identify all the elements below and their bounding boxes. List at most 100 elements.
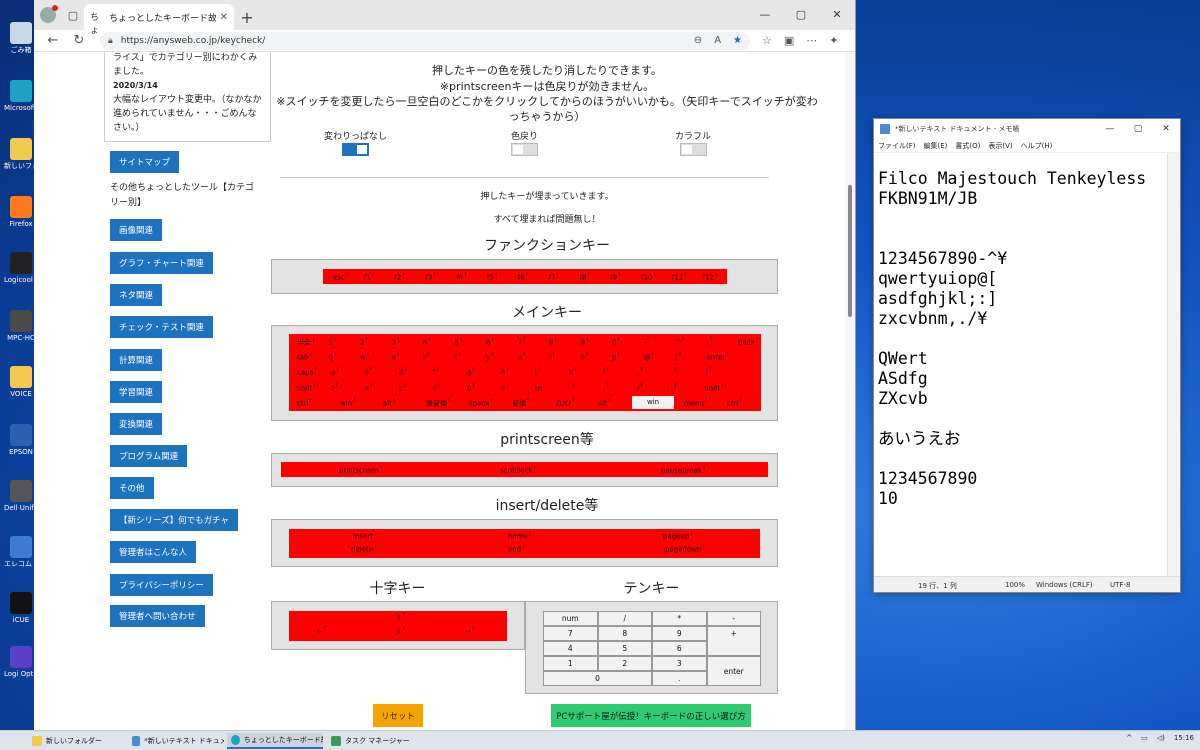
- main-key[interactable]: h↑: [501, 367, 510, 376]
- minimize-icon[interactable]: —: [747, 0, 783, 28]
- main-key[interactable]: c↑: [399, 383, 407, 392]
- copilot-icon[interactable]: ✦: [829, 34, 838, 47]
- desktop-icon[interactable]: Firefox: [4, 196, 38, 228]
- function-key[interactable]: f10↑: [641, 272, 657, 281]
- category-button[interactable]: 管理者へ問い合わせ: [110, 605, 205, 627]
- main-key[interactable]: n↑: [501, 383, 510, 392]
- main-key[interactable]: caps↑: [297, 367, 317, 376]
- main-key[interactable]: shift↑: [297, 383, 316, 392]
- main-key[interactable]: s↑: [365, 367, 373, 376]
- tenkey-key[interactable]: 5: [597, 641, 652, 656]
- taskbar-item-taskmgr[interactable]: タスク マネージャー: [327, 733, 423, 749]
- main-key[interactable]: k↑: [569, 367, 577, 376]
- zoom-icon[interactable]: ⊖: [694, 35, 702, 46]
- desktop-icon[interactable]: Logi Options+: [4, 646, 38, 678]
- main-key[interactable]: 8↑: [549, 337, 558, 346]
- mode-toggle-revert[interactable]: [511, 143, 538, 156]
- tenkey-key[interactable]: 4: [543, 641, 598, 656]
- category-button[interactable]: チェック・テスト関連: [110, 316, 213, 338]
- taskbar-item-edge[interactable]: ちょっとしたキーボード故...: [227, 733, 323, 749]
- close-tab-icon[interactable]: ✕: [220, 12, 228, 23]
- main-key[interactable]: ctrl↑: [297, 398, 313, 407]
- function-key[interactable]: f4↑: [456, 272, 467, 281]
- tenkey-key[interactable]: /: [597, 611, 652, 626]
- main-key[interactable]: 半全↑: [297, 337, 315, 347]
- arrow-key[interactable]: ←↑: [317, 626, 327, 635]
- main-key[interactable]: win↑: [340, 398, 356, 407]
- category-button[interactable]: プログラム関連: [110, 445, 188, 467]
- notepad-text-area[interactable]: Filco Majestouch Tenkeyless FKBN91M/JB 1…: [874, 153, 1169, 578]
- function-key[interactable]: f2↑: [395, 272, 406, 281]
- function-key[interactable]: f5↑: [487, 272, 498, 281]
- url-field[interactable]: 🔒︎ https://anysweb.co.jp/keycheck/ ⊖ A ★: [100, 31, 750, 50]
- profile-button[interactable]: [34, 0, 62, 30]
- tab-keycheck[interactable]: ちょ ちょっとしたキーボード故障チェック・テスト ✕: [84, 4, 234, 36]
- tenkey-key[interactable]: 6: [652, 641, 707, 656]
- taskbar-item-notepad[interactable]: *新しいテキスト ドキュメン...: [128, 733, 224, 749]
- main-key[interactable]: alt↑: [598, 398, 611, 407]
- main-key[interactable]: space↑: [469, 398, 494, 407]
- main-key[interactable]: j↑: [535, 367, 541, 376]
- tab-actions-icon[interactable]: ▢: [62, 0, 84, 30]
- main-key[interactable]: ,↑: [569, 383, 575, 392]
- insert-key[interactable]: pageup↑: [663, 531, 694, 540]
- main-key[interactable]: ^↑: [675, 337, 685, 346]
- category-button[interactable]: 変換関連: [110, 413, 163, 435]
- win-key-highlight[interactable]: win: [632, 396, 674, 409]
- main-key[interactable]: o↑: [581, 352, 590, 361]
- network-icon[interactable]: ▭: [1141, 734, 1148, 742]
- insert-key[interactable]: home↑: [508, 531, 532, 540]
- function-key[interactable]: f3↑: [425, 272, 436, 281]
- printscreen-key[interactable]: pausebreak↑: [661, 465, 706, 474]
- main-key[interactable]: .↑: [603, 383, 609, 392]
- main-key[interactable]: d↑: [399, 367, 408, 376]
- arrow-key[interactable]: →↑: [465, 626, 475, 635]
- main-key[interactable]: 7↑: [518, 337, 527, 346]
- scrollbar-thumb[interactable]: [848, 185, 852, 317]
- main-key[interactable]: -↑: [644, 337, 651, 346]
- notepad-menu-item[interactable]: ヘルプ(H): [1021, 141, 1053, 151]
- tenkey-key[interactable]: .: [652, 671, 707, 686]
- back-arrow-icon[interactable]: ←: [40, 33, 66, 48]
- main-key[interactable]: 4↑: [423, 337, 432, 346]
- main-key[interactable]: m↑: [535, 383, 546, 392]
- notepad-menu-item[interactable]: 書式(O): [955, 141, 980, 151]
- notepad-scrollbar[interactable]: [1167, 153, 1180, 578]
- main-key[interactable]: ;↑: [637, 367, 644, 376]
- arrow-key[interactable]: ↓↑: [396, 626, 406, 635]
- desktop-icon[interactable]: Dell Unifying Receiver: [4, 480, 38, 512]
- collections-icon[interactable]: ▣: [784, 34, 794, 47]
- main-key[interactable]: カ/ひ↑: [555, 398, 576, 408]
- function-key[interactable]: f6↑: [518, 272, 529, 281]
- main-key[interactable]: 6↑: [486, 337, 495, 346]
- mode-toggle-keep[interactable]: [342, 143, 369, 156]
- insert-key[interactable]: insert↑: [353, 531, 377, 540]
- notepad-maximize-icon[interactable]: ▢: [1124, 119, 1152, 139]
- main-key[interactable]: :↑: [671, 367, 678, 376]
- tray-chevron-icon[interactable]: ^: [1126, 734, 1132, 742]
- main-key[interactable]: @↑: [644, 352, 655, 361]
- tenkey-key[interactable]: 7: [543, 626, 598, 641]
- main-key[interactable]: 5↑: [455, 337, 464, 346]
- main-key[interactable]: a↑: [331, 367, 340, 376]
- notepad-menu-item[interactable]: ファイル(F): [878, 141, 916, 151]
- main-key[interactable]: 1↑: [329, 337, 338, 346]
- function-key[interactable]: f8↑: [579, 272, 590, 281]
- maximize-icon[interactable]: ▢: [783, 0, 819, 28]
- main-key[interactable]: z↑: [331, 383, 339, 392]
- category-button[interactable]: 学習関連: [110, 381, 163, 403]
- main-key[interactable]: r↑: [423, 352, 430, 361]
- main-key[interactable]: x↑: [365, 383, 373, 392]
- main-key[interactable]: 0↑: [612, 337, 621, 346]
- reset-button[interactable]: リセット: [373, 704, 423, 727]
- notepad-close-icon[interactable]: ✕: [1152, 119, 1180, 139]
- tenkey-key[interactable]: enter: [706, 656, 761, 686]
- taskbar-item-folder[interactable]: 新しいフォルダー: [28, 733, 124, 749]
- printscreen-key[interactable]: scrolllock↑: [500, 465, 537, 474]
- insert-key[interactable]: delete↑: [351, 544, 377, 553]
- volume-icon[interactable]: ◁): [1157, 734, 1165, 742]
- main-key[interactable]: menu↑: [684, 398, 708, 407]
- tenkey-key[interactable]: 8: [597, 626, 652, 641]
- main-key[interactable]: i↑: [549, 352, 555, 361]
- main-key[interactable]: b↑: [467, 383, 476, 392]
